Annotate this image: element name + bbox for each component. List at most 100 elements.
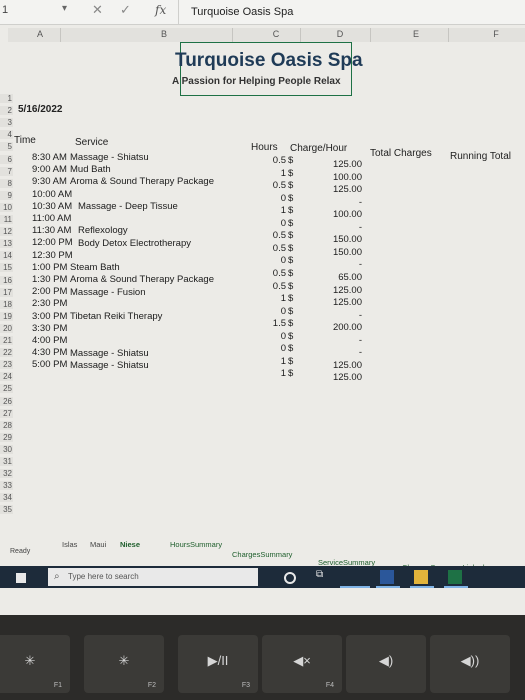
chevron-down-icon[interactable]: ▾ — [62, 3, 67, 14]
hours-cell[interactable]: 1 — [250, 205, 286, 216]
time-cell[interactable]: 2:00 PM — [32, 286, 67, 297]
volume-up-key[interactable]: ◀)) — [430, 635, 510, 693]
time-cell[interactable]: 11:30 AM — [32, 225, 71, 236]
charge-cell[interactable]: - — [318, 197, 362, 208]
service-cell[interactable]: Massage - Fusion — [70, 287, 146, 298]
row-header[interactable]: 23 — [0, 360, 13, 370]
charge-cell[interactable]: 200.00 — [318, 322, 362, 333]
row-header[interactable]: 7 — [0, 166, 13, 176]
time-cell[interactable]: 8:30 AM — [32, 152, 67, 163]
charge-cell[interactable]: 125.00 — [318, 372, 362, 383]
page-title[interactable]: Turquoise Oasis Spa — [175, 50, 363, 72]
column-header-d[interactable]: D — [330, 29, 350, 39]
row-header[interactable]: 3 — [0, 118, 13, 128]
row-header[interactable]: 30 — [0, 444, 13, 454]
header-running-total[interactable]: Running Total — [450, 151, 511, 162]
brightness-up-key[interactable]: ✳ F2 — [84, 635, 164, 693]
column-header-b[interactable]: B — [154, 29, 174, 39]
sheet-tab[interactable]: HoursSummary — [170, 540, 222, 549]
time-cell[interactable]: 12:00 PM — [32, 237, 73, 248]
row-header[interactable]: 13 — [0, 239, 13, 249]
hours-cell[interactable]: 0.5 — [250, 180, 286, 191]
dollar-sign[interactable]: $ — [288, 306, 293, 317]
hours-cell[interactable]: 0 — [250, 306, 286, 317]
row-header[interactable]: 17 — [0, 287, 13, 297]
hours-cell[interactable]: 1 — [250, 293, 286, 304]
name-box[interactable]: 1 — [2, 4, 28, 16]
header-service[interactable]: Service — [75, 137, 108, 148]
row-header[interactable]: 2 — [0, 106, 13, 116]
confirm-icon[interactable]: ✓ — [120, 2, 131, 18]
service-cell[interactable]: Reflexology — [78, 225, 128, 236]
dollar-sign[interactable]: $ — [288, 193, 293, 204]
time-cell[interactable]: 9:30 AM — [32, 176, 67, 187]
row-header[interactable]: 33 — [0, 481, 13, 491]
hours-cell[interactable]: 0.5 — [250, 281, 286, 292]
excel-icon[interactable] — [448, 570, 462, 584]
dollar-sign[interactable]: $ — [288, 343, 293, 354]
row-header[interactable]: 25 — [0, 384, 13, 394]
row-header[interactable]: 9 — [0, 190, 13, 200]
time-cell[interactable]: 10:30 AM — [32, 201, 72, 212]
row-header[interactable]: 15 — [0, 263, 13, 273]
service-cell[interactable]: Massage - Deep Tissue — [78, 201, 178, 212]
row-header[interactable]: 5 — [0, 142, 13, 152]
hours-cell[interactable]: 1 — [250, 368, 286, 379]
row-header[interactable]: 27 — [0, 408, 13, 418]
time-cell[interactable]: 9:00 AM — [32, 164, 67, 175]
charge-cell[interactable]: 125.00 — [318, 360, 362, 371]
dollar-sign[interactable]: $ — [288, 205, 293, 216]
cancel-icon[interactable]: ✕ — [92, 2, 103, 18]
dollar-sign[interactable]: $ — [288, 155, 293, 166]
volume-down-key[interactable]: ◀) — [346, 635, 426, 693]
row-header[interactable]: 12 — [0, 227, 13, 237]
service-cell[interactable]: Massage - Shiatsu — [70, 360, 149, 371]
service-cell[interactable]: Massage - Shiatsu — [70, 348, 149, 359]
time-cell[interactable]: 1:30 PM — [32, 274, 67, 285]
dollar-sign[interactable]: $ — [288, 368, 293, 379]
hours-cell[interactable]: 0 — [250, 193, 286, 204]
cortana-icon[interactable] — [284, 572, 296, 584]
time-cell[interactable]: 4:00 PM — [32, 335, 67, 346]
time-cell[interactable]: 12:30 PM — [32, 250, 73, 261]
play-pause-key[interactable]: ▶/II F3 — [178, 635, 258, 693]
hours-cell[interactable]: 0 — [250, 331, 286, 342]
formula-input[interactable]: Turquoise Oasis Spa — [178, 0, 525, 24]
row-header[interactable]: 11 — [0, 215, 13, 224]
charge-cell[interactable]: - — [318, 222, 362, 233]
time-cell[interactable]: 2:30 PM — [32, 298, 67, 309]
row-header[interactable]: 1 — [0, 94, 13, 103]
sheet-tab[interactable]: Islas — [62, 540, 77, 549]
row-header[interactable]: 14 — [0, 251, 13, 261]
service-cell[interactable]: Aroma & Sound Therapy Package — [70, 176, 214, 187]
time-cell[interactable]: 11:00 AM — [32, 213, 71, 224]
dollar-sign[interactable]: $ — [288, 293, 293, 304]
charge-cell[interactable]: - — [318, 347, 362, 358]
header-total-charges[interactable]: Total Charges — [370, 148, 432, 159]
time-cell[interactable]: 5:00 PM — [32, 359, 67, 370]
hours-cell[interactable]: 1 — [250, 356, 286, 367]
service-cell[interactable]: Steam Bath — [70, 262, 120, 273]
row-header[interactable]: 10 — [0, 202, 13, 212]
date-cell[interactable]: 5/16/2022 — [18, 104, 63, 115]
time-cell[interactable]: 10:00 AM — [32, 189, 72, 200]
hours-cell[interactable]: 0.5 — [250, 243, 286, 254]
service-cell[interactable]: Body Detox Electrotherapy — [78, 238, 191, 249]
sheet-tab[interactable]: Maui — [90, 540, 106, 549]
sheet-tab[interactable]: ChargesSummary — [232, 550, 292, 559]
row-header[interactable]: 18 — [0, 299, 13, 309]
row-header[interactable]: 6 — [0, 154, 13, 164]
header-charge-hour[interactable]: Charge/Hour — [290, 143, 347, 154]
column-header-e[interactable]: E — [406, 29, 426, 39]
column-header-a[interactable]: A — [30, 29, 50, 39]
charge-cell[interactable]: - — [318, 310, 362, 321]
time-cell[interactable]: 1:00 PM — [32, 262, 67, 273]
time-cell[interactable]: 4:30 PM — [32, 347, 67, 358]
hours-cell[interactable]: 0 — [250, 218, 286, 229]
service-cell[interactable]: Massage - Shiatsu — [70, 152, 149, 163]
row-header[interactable]: 8 — [0, 178, 13, 188]
charge-cell[interactable]: 65.00 — [318, 272, 362, 283]
charge-cell[interactable]: 100.00 — [318, 172, 362, 183]
service-cell[interactable]: Mud Bath — [70, 164, 111, 175]
task-view-icon[interactable]: ⧉ — [316, 569, 330, 583]
